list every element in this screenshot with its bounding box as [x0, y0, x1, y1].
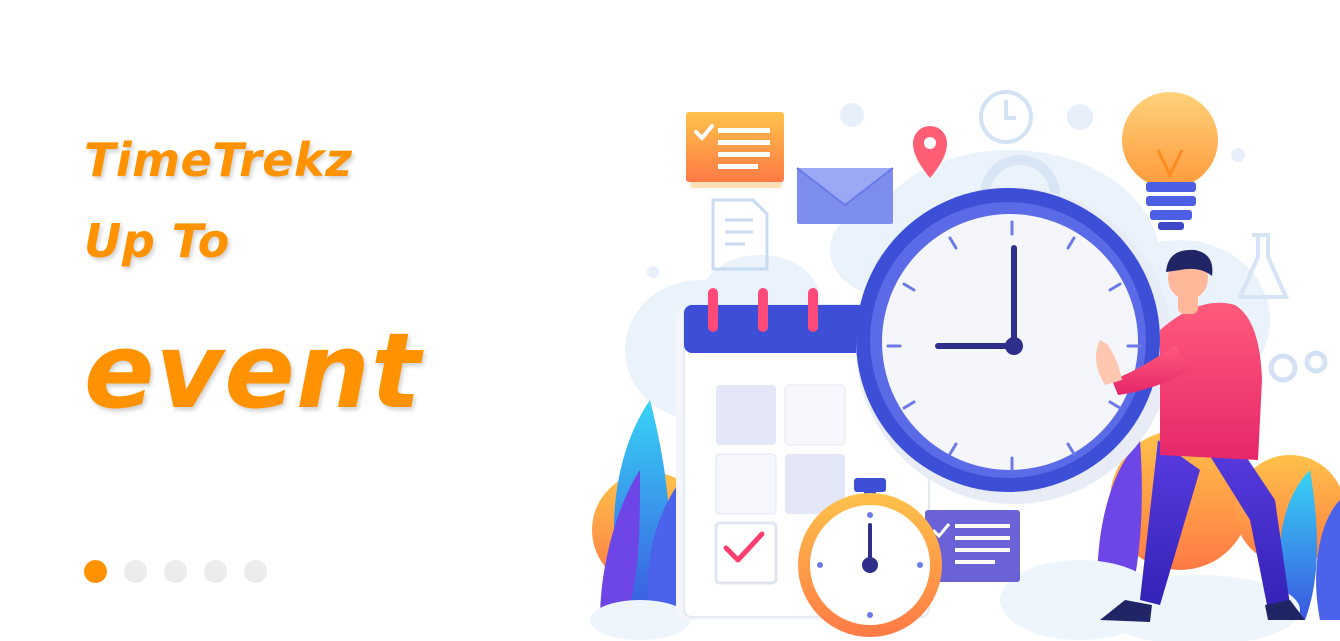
- headline-line-1: TimeTrekz: [84, 133, 353, 187]
- time-management-illustration: [590, 90, 1340, 641]
- alarm-clock-icon: [856, 188, 1172, 504]
- carousel-dot-1[interactable]: [84, 560, 107, 583]
- small-gears-icon: [1268, 350, 1328, 383]
- carousel-dot-3[interactable]: [164, 560, 187, 583]
- carousel-pagination: [84, 560, 267, 583]
- headline-line-2: Up To: [84, 214, 230, 268]
- carousel-dot-4[interactable]: [204, 560, 227, 583]
- headline-line-3: event: [84, 310, 422, 432]
- wall-clock-icon: [979, 90, 1033, 144]
- hero-slide: TimeTrekz Up To event: [0, 0, 1340, 641]
- carousel-dot-2[interactable]: [124, 560, 147, 583]
- carousel-dot-5[interactable]: [244, 560, 267, 583]
- envelope-icon: [796, 167, 894, 224]
- checklist-note-icon: [686, 112, 784, 188]
